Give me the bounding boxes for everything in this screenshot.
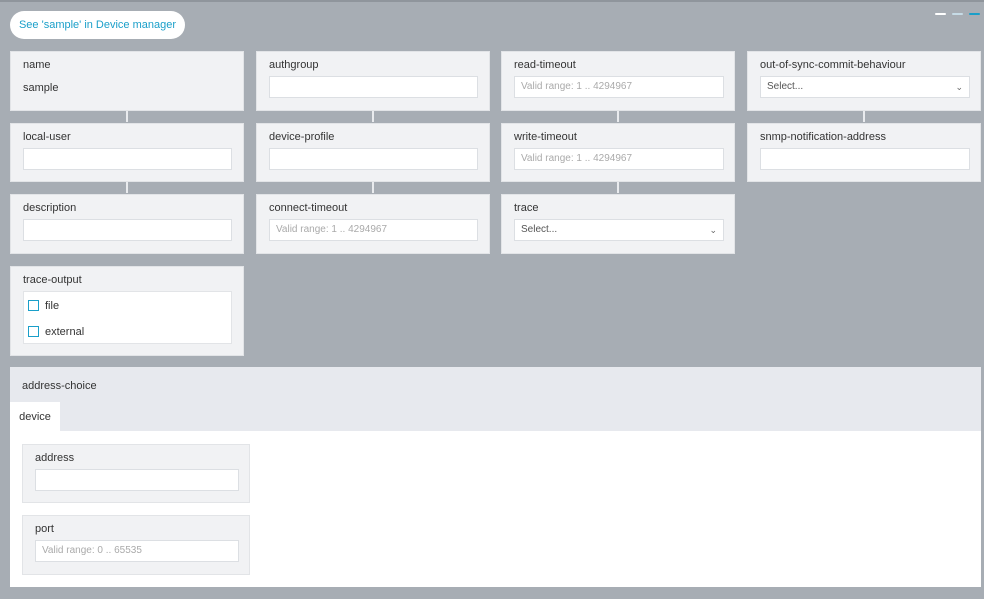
- port-label: port: [35, 523, 54, 535]
- connect-timeout-card: connect-timeout Valid range: 1 .. 429496…: [256, 194, 490, 254]
- write-timeout-label: write-timeout: [514, 131, 577, 143]
- address-choice-label: address-choice: [22, 380, 97, 392]
- snmp-notification-card: snmp-notification-address: [747, 123, 981, 182]
- address-choice-body: address port Valid range: 0 .. 65535: [10, 431, 981, 587]
- top-border: [0, 0, 984, 2]
- trace-output-card: trace-output file external: [10, 266, 244, 356]
- external-checkbox[interactable]: [28, 326, 39, 337]
- write-timeout-card: write-timeout Valid range: 1 .. 4294967: [501, 123, 735, 182]
- snmp-notification-input[interactable]: [760, 148, 970, 170]
- trace-output-options: file external: [23, 291, 232, 344]
- tab-device[interactable]: device: [10, 402, 60, 431]
- read-timeout-input[interactable]: Valid range: 1 .. 4294967: [514, 76, 724, 98]
- chevron-down-icon: ⌄: [709, 225, 717, 235]
- address-choice-header: address-choice device: [10, 367, 981, 431]
- out-of-sync-select[interactable]: Select... ⌄: [760, 76, 970, 98]
- external-option-label: external: [45, 326, 85, 338]
- trace-card: trace Select... ⌄: [501, 194, 735, 254]
- connector: [126, 182, 128, 193]
- out-of-sync-selected: Select...: [767, 81, 804, 92]
- read-timeout-label: read-timeout: [514, 59, 576, 71]
- page-indicator-dash-1[interactable]: [935, 13, 946, 15]
- name-value: sample: [23, 82, 59, 94]
- out-of-sync-card: out-of-sync-commit-behaviour Select... ⌄: [747, 51, 981, 111]
- read-timeout-card: read-timeout Valid range: 1 .. 4294967: [501, 51, 735, 111]
- connect-timeout-label: connect-timeout: [269, 202, 348, 214]
- connector: [126, 111, 128, 122]
- device-profile-label: device-profile: [269, 131, 335, 143]
- device-manager-link-button[interactable]: See 'sample' in Device manager: [10, 11, 185, 39]
- page-indicator-dash-3[interactable]: [969, 13, 980, 15]
- connector: [863, 111, 865, 122]
- write-timeout-input[interactable]: Valid range: 1 .. 4294967: [514, 148, 724, 170]
- connector: [372, 182, 374, 193]
- trace-select[interactable]: Select... ⌄: [514, 219, 724, 241]
- connector: [617, 111, 619, 122]
- authgroup-card: authgroup: [256, 51, 490, 111]
- trace-output-label: trace-output: [23, 274, 82, 286]
- connector: [617, 182, 619, 193]
- connector: [372, 111, 374, 122]
- device-profile-input[interactable]: [269, 148, 478, 170]
- snmp-notification-label: snmp-notification-address: [760, 131, 886, 143]
- connect-timeout-input[interactable]: Valid range: 1 .. 4294967: [269, 219, 478, 241]
- name-label: name: [23, 59, 51, 71]
- file-checkbox[interactable]: [28, 300, 39, 311]
- file-option-label: file: [45, 300, 60, 312]
- address-card: address: [22, 444, 250, 503]
- authgroup-input[interactable]: [269, 76, 478, 98]
- address-label: address: [35, 452, 75, 464]
- description-input[interactable]: [23, 219, 232, 241]
- out-of-sync-label: out-of-sync-commit-behaviour: [760, 59, 906, 71]
- page-indicator-dash-2[interactable]: [952, 13, 963, 15]
- description-label: description: [23, 202, 77, 214]
- port-input[interactable]: Valid range: 0 .. 65535: [35, 540, 239, 562]
- authgroup-label: authgroup: [269, 59, 319, 71]
- local-user-card: local-user: [10, 123, 244, 182]
- port-card: port Valid range: 0 .. 65535: [22, 515, 250, 575]
- trace-selected: Select...: [521, 224, 558, 235]
- name-card: name sample: [10, 51, 244, 111]
- address-input[interactable]: [35, 469, 239, 491]
- chevron-down-icon: ⌄: [955, 82, 963, 92]
- local-user-input[interactable]: [23, 148, 232, 170]
- device-profile-card: device-profile: [256, 123, 490, 182]
- description-card: description: [10, 194, 244, 254]
- trace-label: trace: [514, 202, 539, 214]
- local-user-label: local-user: [23, 131, 71, 143]
